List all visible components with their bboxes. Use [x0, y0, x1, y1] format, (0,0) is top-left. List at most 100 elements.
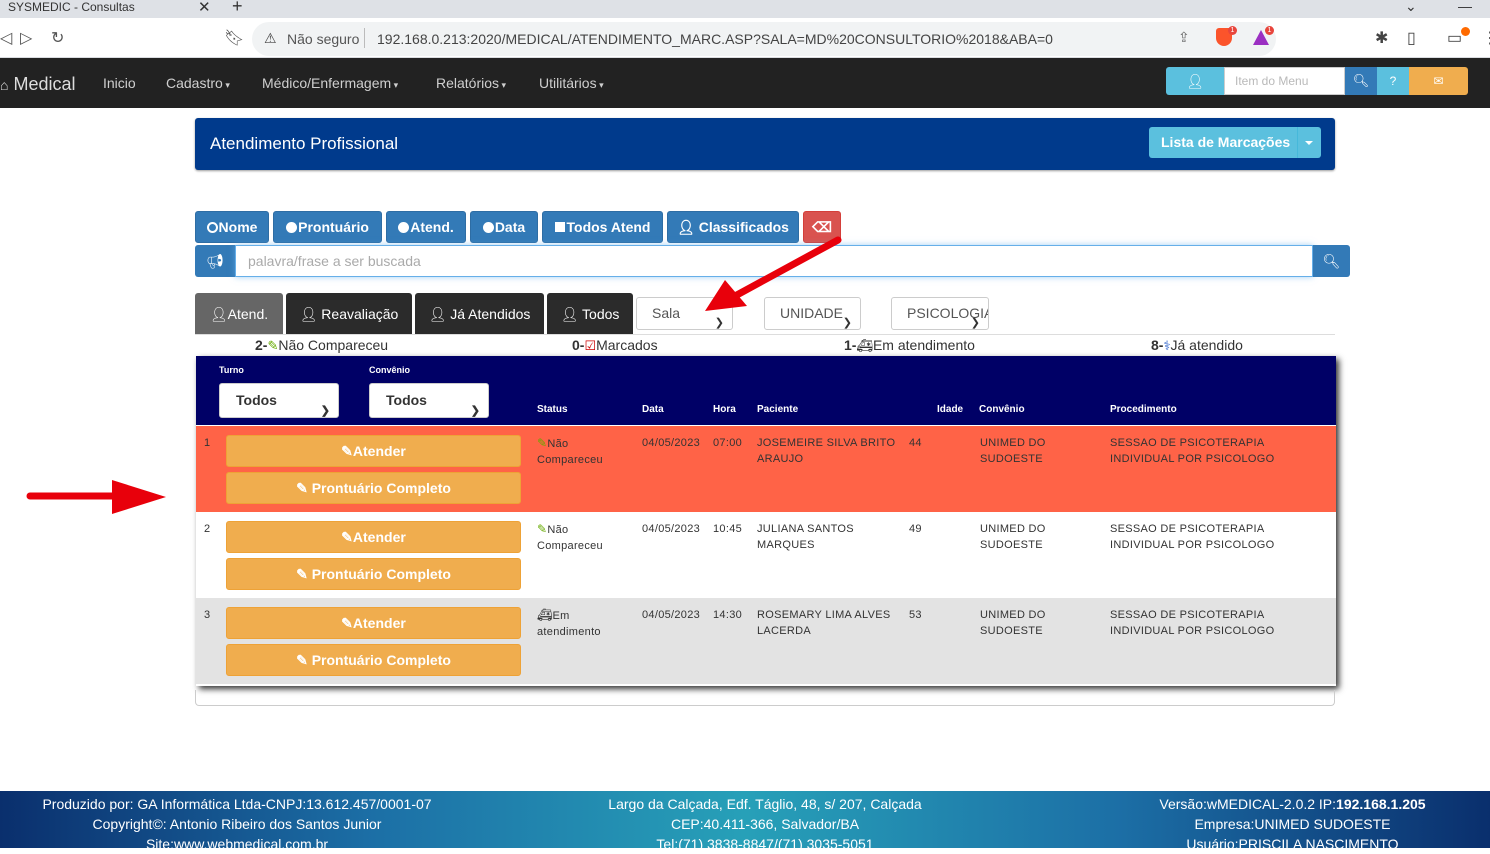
col-idade[interactable]: Idade [937, 404, 963, 415]
procedimento-cell: SESSAO DE PSICOTERAPIA INDIVIDUAL POR PS… [1110, 523, 1275, 551]
lista-marcacoes-label: Lista de Marcações [1161, 134, 1291, 150]
col-data[interactable]: Data [642, 404, 664, 415]
atender-button[interactable]: ✎Atender [226, 435, 521, 467]
filter-classificados-button[interactable]: 👤︎ Classificados [667, 211, 799, 243]
row-number: 2 [204, 523, 211, 535]
footer-copyright: Copyright©: Antonio Ribeiro dos Santos J… [92, 816, 382, 832]
col-paciente[interactable]: Paciente [757, 404, 798, 415]
user-icon: 👤︎ [299, 306, 318, 322]
caret-down-icon[interactable] [1305, 141, 1313, 145]
idade-cell: 44 [909, 437, 922, 449]
legend-nao-compareceu: 2-✎Não Compareceu [255, 337, 389, 353]
doctor-icon: ⚕ [1163, 338, 1171, 353]
bookmark-icon[interactable]: 🔖︎ [224, 28, 244, 48]
menu-search-button[interactable]: 🔍︎ [1345, 67, 1377, 95]
user-icon: 👤︎ [209, 306, 228, 322]
hora-cell: 07:00 [713, 437, 743, 449]
browser-toolbar: ◁ ▷ ↻ 🔖︎ ⚠ Não seguro 192.168.0.213:2020… [0, 18, 1490, 58]
new-tab-icon[interactable]: + [232, 0, 243, 17]
radio-filled-icon [482, 222, 494, 233]
filter-data-button[interactable]: Data [470, 211, 538, 243]
filter-atend-button[interactable]: Atend. [386, 211, 466, 243]
extensions-icon[interactable]: ✱ [1375, 28, 1388, 48]
unidade-select[interactable]: UNIDADE ❯ [764, 297, 861, 330]
filter-prontuario-button[interactable]: Prontuário [273, 211, 382, 243]
tab-todos[interactable]: 👤︎ Todos [547, 293, 633, 335]
chevron-down-icon: ❯ [970, 317, 980, 329]
search-input[interactable]: palavra/frase a ser buscada [235, 245, 1313, 277]
turno-select[interactable]: Todos ❯ [219, 383, 339, 418]
wallet-icon[interactable]: ▭ [1447, 28, 1462, 48]
footer-site-link[interactable]: Site:www.webmedical.com.br [0, 834, 474, 854]
eraser-button[interactable]: ⌫ [803, 211, 841, 243]
bullhorn-button[interactable]: 📢︎ [195, 245, 235, 277]
ambulance-icon: 🚑︎ [856, 338, 873, 353]
minimize-icon[interactable]: — [1458, 0, 1472, 14]
filter-todos-atend-button[interactable]: Todos Atend [542, 211, 663, 243]
convenio-select[interactable]: Todos ❯ [369, 383, 489, 418]
back-icon[interactable]: ◁ [0, 28, 12, 48]
col-hora[interactable]: Hora [713, 404, 736, 415]
brand[interactable]: ⌂ Medical [0, 74, 76, 95]
edit-icon: ✎ [296, 652, 308, 668]
nav-medico-enfermagem[interactable]: Médico/Enfermagem ▾ [262, 75, 398, 91]
tab-list-chevron-icon[interactable]: ⌄ [1405, 0, 1417, 15]
wallet-badge [1461, 27, 1470, 36]
search-row: 📢︎ palavra/frase a ser buscada 🔍︎ [195, 245, 1350, 277]
procedimento-cell: SESSAO DE PSICOTERAPIA INDIVIDUAL POR PS… [1110, 437, 1275, 465]
nav-utilitarios[interactable]: Utilitários ▾ [539, 75, 604, 91]
paciente-cell: ROSEMARY LIMA ALVES LACERDA [757, 609, 891, 637]
not-secure-label[interactable]: Não seguro [287, 31, 359, 47]
sala-select[interactable]: Sala ❯ [636, 297, 733, 330]
col-status[interactable]: Status [537, 404, 568, 415]
tab-atend[interactable]: 👤︎Atend. [195, 293, 283, 335]
address-bar[interactable]: ⚠ Não seguro 192.168.0.213:2020/MEDICAL/… [252, 22, 1276, 56]
share-icon[interactable]: ⇪ [1178, 29, 1190, 46]
help-button[interactable]: ? [1377, 67, 1409, 95]
reload-icon[interactable]: ↻ [51, 28, 64, 48]
sidebar-icon[interactable]: ▯ [1407, 28, 1416, 48]
nav-relatorios[interactable]: Relatórios ▾ [436, 75, 506, 91]
nav-inicio[interactable]: Inicio [103, 75, 136, 91]
table-row: 2 ✎Atender ✎ Prontuário Completo ✎Não Co… [196, 512, 1336, 598]
menu-search-input[interactable]: Item do Menu [1224, 67, 1345, 95]
menu-icon[interactable]: ⋮ [1482, 28, 1490, 48]
col-procedimento[interactable]: Procedimento [1110, 404, 1177, 415]
nav-cadastro[interactable]: Cadastro ▾ [166, 75, 230, 91]
search-button[interactable]: 🔍︎ [1313, 245, 1350, 277]
user-button[interactable]: 👤︎ [1166, 67, 1224, 95]
chevron-down-icon: ❯ [714, 317, 724, 329]
chevron-down-icon: ❯ [842, 317, 852, 329]
browser-tab-title[interactable]: SYSMEDIC - Consultas [8, 0, 135, 14]
atender-button[interactable]: ✎Atender [226, 607, 521, 639]
no-show-icon: ✎ [537, 436, 548, 450]
footer-center: Largo da Calçada, Edf. Táglio, 48, s/ 20… [530, 794, 1000, 854]
tab-ja-atendidos[interactable]: 👤︎ Já Atendidos [415, 293, 544, 335]
caret-down-icon: ▾ [391, 80, 399, 90]
footer-cep: CEP:40.411-366, Salvador/BA [670, 816, 860, 832]
mail-button[interactable]: ✉ [1409, 67, 1468, 95]
tab-reavaliacao[interactable]: 👤︎ Reavaliação [286, 293, 412, 335]
forward-icon[interactable]: ▷ [20, 28, 32, 48]
checkbox-checked-icon: ☑ [584, 338, 597, 353]
psicologia-select[interactable]: PSICOLOGIA ❯ [891, 297, 989, 330]
filter-nome-button[interactable]: Nome [195, 211, 269, 243]
table-row: 3 ✎Atender ✎ Prontuário Completo 🚑︎Em at… [196, 598, 1336, 684]
ambulance-icon: 🚑︎ [537, 608, 553, 622]
col-convenio[interactable]: Convênio [979, 404, 1025, 415]
url-text[interactable]: 192.168.0.213:2020/MEDICAL/ATENDIMENTO_M… [377, 31, 1053, 47]
warning-icon[interactable]: ⚠ [264, 30, 277, 47]
envelope-icon: ✉ [1433, 74, 1444, 88]
search-icon: 🔍︎ [1352, 73, 1370, 88]
prontuario-completo-button[interactable]: ✎ Prontuário Completo [226, 558, 521, 590]
tab-underline [195, 334, 1335, 335]
row-number: 1 [204, 437, 211, 449]
prontuario-completo-button[interactable]: ✎ Prontuário Completo [226, 644, 521, 676]
data-cell: 04/05/2023 [642, 437, 701, 449]
close-tab-icon[interactable]: ✕ [198, 0, 211, 16]
arrow-to-first-row [26, 480, 166, 514]
home-icon: ⌂ [0, 77, 9, 93]
lista-marcacoes-button[interactable]: Lista de Marcações [1149, 127, 1321, 158]
atender-button[interactable]: ✎Atender [226, 521, 521, 553]
prontuario-completo-button[interactable]: ✎ Prontuário Completo [226, 472, 521, 504]
